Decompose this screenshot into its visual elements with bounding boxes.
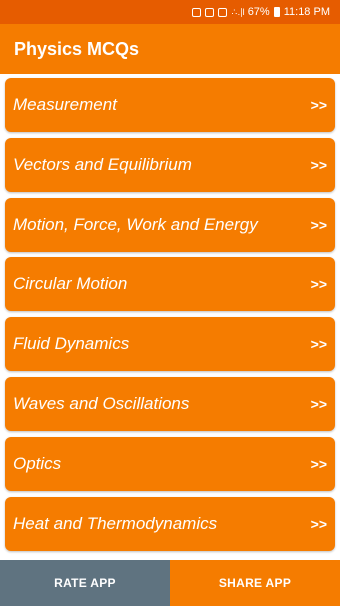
battery-icon <box>273 7 280 17</box>
clock: 11:18 PM <box>283 6 330 18</box>
app-bar: Physics MCQs <box>0 24 340 74</box>
status-bar: ∴ .∣l 67% 11:18 PM <box>0 0 340 24</box>
chevron-right-icon: >> <box>310 156 327 173</box>
topic-label: Fluid Dynamics <box>13 334 130 354</box>
document-icon <box>205 7 215 17</box>
topic-item-heat[interactable]: Heat and Thermodynamics >> <box>5 496 335 551</box>
topic-item-fluid-dynamics[interactable]: Fluid Dynamics >> <box>5 317 335 372</box>
chevron-right-icon: >> <box>310 97 327 113</box>
topic-label: Heat and Thermodynamics <box>13 513 218 533</box>
topic-item-waves[interactable]: Waves and Oscillations >> <box>5 376 335 431</box>
topic-label: Circular Motion <box>13 274 128 294</box>
chevron-right-icon: >> <box>310 216 327 233</box>
share-app-button[interactable]: SHARE APP <box>170 560 340 606</box>
topic-label: Vectors and Equilibrium <box>13 154 192 174</box>
topic-label: Measurement <box>13 95 117 114</box>
topic-item-optics[interactable]: Optics >> <box>5 436 335 491</box>
topic-label: Waves and Oscillations <box>13 393 190 413</box>
image-icon <box>218 7 228 17</box>
signal-icon: ∴ .∣l <box>231 6 244 17</box>
battery-percent: 67% <box>247 6 270 18</box>
topic-item-measurement[interactable]: Measurement >> <box>5 78 335 132</box>
chevron-right-icon: >> <box>310 276 327 293</box>
chevron-right-icon: >> <box>310 336 327 353</box>
topic-label: Optics <box>13 453 62 473</box>
topic-item-circular-motion[interactable]: Circular Motion >> <box>5 257 335 312</box>
bottom-bar: RATE APP SHARE APP <box>0 560 340 606</box>
topic-item-vectors[interactable]: Vectors and Equilibrium >> <box>5 137 335 192</box>
topic-label: Motion, Force, Work and Energy <box>13 214 258 234</box>
chevron-right-icon: >> <box>310 395 327 412</box>
chevron-right-icon: >> <box>310 515 327 532</box>
topic-list[interactable]: Measurement >> Vectors and Equilibrium >… <box>0 74 340 560</box>
notification-icon <box>192 7 202 17</box>
chevron-right-icon: >> <box>310 455 327 472</box>
topic-item-motion[interactable]: Motion, Force, Work and Energy >> <box>5 197 335 252</box>
app-title: Physics MCQs <box>14 38 140 59</box>
rate-app-button[interactable]: RATE APP <box>0 560 170 606</box>
